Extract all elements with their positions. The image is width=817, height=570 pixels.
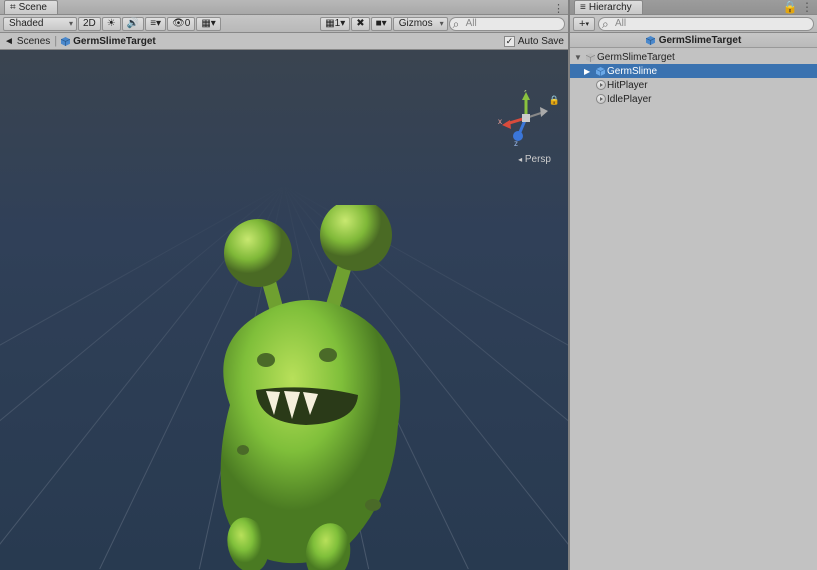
auto-save-toggle[interactable]: ✓ Auto Save [504, 36, 564, 47]
hierarchy-tab-header: ≡ Hierarchy 🔒 ⋮ [570, 0, 817, 15]
tree-item-label: HitPlayer [607, 80, 648, 91]
projection-text: Persp [525, 154, 551, 165]
hierarchy-tab[interactable]: ≡ Hierarchy [574, 0, 643, 14]
gizmos-dropdown[interactable]: Gizmos [393, 17, 448, 31]
tree-item-label: IdlePlayer [607, 94, 651, 105]
prefab-cube-icon [646, 36, 655, 45]
scene-tab[interactable]: ⌗ Scene [4, 0, 58, 14]
scene-viewport[interactable]: y x z 🔒 ◂ Persp [0, 50, 568, 570]
breadcrumb-scenes[interactable]: ◄ Scenes [4, 36, 50, 47]
speaker-icon: 🔊 [127, 18, 139, 29]
tree-item-label: GermSlime [607, 66, 657, 77]
shading-mode-dropdown[interactable]: Shaded [3, 17, 77, 31]
hidden-count: 0 [185, 18, 191, 29]
camera-icon: ▦ [325, 18, 334, 29]
expand-arrow-icon[interactable]: ▶ [584, 67, 594, 76]
shading-mode-label: Shaded [9, 18, 43, 29]
animation-icon [594, 94, 607, 104]
gizmo-lock-icon[interactable]: 🔒 [549, 95, 560, 106]
fx-toggle-button[interactable]: ≡▾ [145, 17, 166, 31]
tools-button[interactable]: ✖ [351, 17, 369, 31]
hierarchy-toolbar: +▾ All [570, 15, 817, 33]
tree-item-hitplayer[interactable]: HitPlayer [570, 78, 817, 92]
breadcrumb-separator: | [54, 35, 57, 47]
gameobject-cube-icon [584, 53, 597, 62]
tree-item-root[interactable]: ▼ GermSlimeTarget [570, 50, 817, 64]
tree-item-idleplayer[interactable]: IdlePlayer [570, 92, 817, 106]
scene-tab-header: ⌗ Scene ⋮ [0, 0, 568, 15]
animation-icon [594, 80, 607, 90]
lighting-toggle-button[interactable]: ☀ [102, 17, 121, 31]
sun-icon: ☀ [107, 18, 116, 29]
fx-icon: ≡▾ [150, 18, 161, 29]
breadcrumb-scenes-label: Scenes [17, 36, 50, 47]
breadcrumb-asset-label: GermSlimeTarget [73, 36, 156, 47]
tree-item-germslime[interactable]: ▶ GermSlime [570, 64, 817, 78]
camera2-icon: ■▾ [376, 18, 387, 29]
hierarchy-title-bar: GermSlimeTarget [570, 33, 817, 48]
hierarchy-search-placeholder: All [615, 18, 626, 29]
auto-save-checkbox[interactable]: ✓ [504, 36, 515, 47]
orientation-gizmo[interactable]: y x z [498, 90, 554, 146]
scene-search-input[interactable]: All [449, 17, 565, 31]
hierarchy-tab-label: Hierarchy [589, 2, 632, 13]
camera-settings-button[interactable]: ■▾ [371, 17, 392, 31]
scene-tab-icon: ⌗ [10, 2, 16, 13]
search-placeholder: All [466, 18, 477, 29]
hierarchy-title-label: GermSlimeTarget [659, 35, 742, 46]
scene-toolbar: Shaded 2D ☀ 🔊 ≡▾ 👁0 ▦▾ ▦1▾ ✖ ■▾ Gizmos A… [0, 15, 568, 33]
prefab-cube-icon [61, 37, 70, 46]
eye-icon: 👁 [172, 18, 185, 29]
panel-options-icon[interactable]: ⋮ [553, 2, 564, 15]
2d-label: 2D [83, 18, 96, 29]
back-arrow-icon: ◄ [4, 36, 14, 47]
expand-arrow-icon[interactable]: ▼ [574, 53, 584, 62]
hierarchy-search-input[interactable]: All [598, 17, 814, 31]
grid-visibility-button[interactable]: ▦▾ [196, 17, 220, 31]
create-button[interactable]: +▾ [573, 17, 595, 31]
gizmos-label: Gizmos [399, 18, 433, 29]
breadcrumb-asset[interactable]: GermSlimeTarget [61, 36, 156, 47]
camera-mode-button[interactable]: ▦1▾ [320, 17, 350, 31]
audio-toggle-button[interactable]: 🔊 [122, 17, 144, 31]
grid-icon: ▦▾ [201, 18, 215, 29]
wrench-icon: ✖ [356, 18, 364, 29]
2d-toggle-button[interactable]: 2D [78, 17, 101, 31]
scene-breadcrumb-bar: ◄ Scenes | GermSlimeTarget ✓ Auto Save [0, 33, 568, 50]
axis-z-label: z [514, 139, 518, 146]
slime-model [188, 205, 418, 570]
hidden-objects-button[interactable]: 👁0 [167, 17, 195, 31]
auto-save-label: Auto Save [518, 36, 564, 47]
axis-y-label: y [524, 90, 528, 92]
prefab-cube-icon [594, 67, 607, 76]
tree-item-label: GermSlimeTarget [597, 52, 675, 63]
hierarchy-lock-icon[interactable]: 🔒 ⋮ [783, 0, 813, 14]
projection-label[interactable]: ◂ Persp [518, 154, 551, 165]
hierarchy-tree: ▼ GermSlimeTarget ▶ GermSlime HitPlayer … [570, 48, 817, 570]
checkmark-icon: ✓ [506, 36, 514, 47]
axis-x-label: x [498, 117, 502, 126]
scene-tab-label: Scene [19, 2, 47, 13]
hierarchy-tab-icon: ≡ [580, 2, 586, 13]
